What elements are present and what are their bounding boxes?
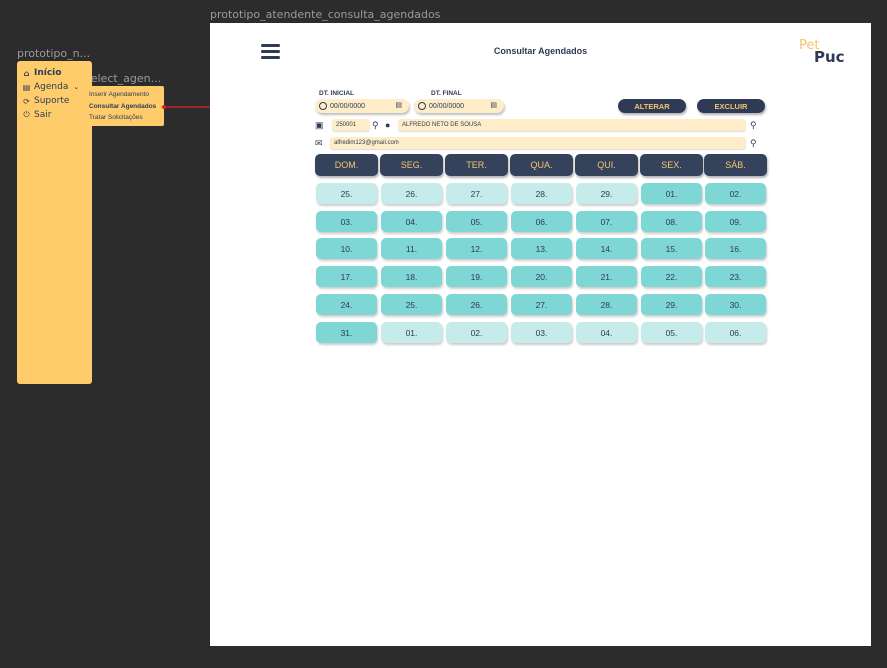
- end-date-field[interactable]: 00/00/0000 ▤: [414, 99, 504, 113]
- submenu-item-consultar[interactable]: Consultar Agendados: [85, 101, 164, 113]
- power-icon: ⏻: [23, 110, 30, 119]
- start-date-field[interactable]: 00/00/0000 ▤: [315, 99, 409, 113]
- calendar-day-cell[interactable]: 04.: [381, 211, 442, 232]
- calendar-day-cell[interactable]: 08.: [641, 211, 702, 232]
- calendar-day-cell[interactable]: 22.: [641, 266, 702, 287]
- main-frame-label: prototipo_atendente_consulta_agendados: [210, 8, 441, 21]
- user-icon: ●: [385, 120, 391, 130]
- calendar-day-cell[interactable]: 24.: [316, 294, 377, 315]
- calendar-day-cell[interactable]: 25.: [316, 183, 377, 204]
- radio-icon: [319, 102, 327, 110]
- nav-item-sair[interactable]: ⏻ Sair: [17, 108, 92, 122]
- weekday-header: QUI.: [575, 154, 638, 176]
- calendar-day-cell[interactable]: 11.: [381, 238, 442, 259]
- calendar-day-cell[interactable]: 27.: [446, 183, 507, 204]
- search-icon[interactable]: ⚲: [750, 119, 757, 131]
- calendar-day-cell[interactable]: 20.: [511, 266, 572, 287]
- end-date-value: 00/00/0000: [429, 102, 465, 110]
- calendar-day-cell[interactable]: 15.: [641, 238, 702, 259]
- nav-item-label: Agenda: [34, 82, 69, 92]
- client-name-field[interactable]: ALFREDO NETO DE SOUSA: [398, 119, 746, 131]
- main-frame: Consultar Agendados Pet Puc DT. INICIAL …: [210, 23, 871, 646]
- calendar-day-cell[interactable]: 13.: [511, 238, 572, 259]
- calendar-day-cell[interactable]: 05.: [641, 322, 702, 343]
- calendar-day-cell[interactable]: 10.: [316, 238, 377, 259]
- weekday-header: QUA.: [510, 154, 573, 176]
- calendar-day-cell[interactable]: 03.: [316, 211, 377, 232]
- calendar-day-cell[interactable]: 09.: [705, 211, 766, 232]
- page-title: Consultar Agendados: [493, 46, 588, 56]
- weekday-header: DOM.: [315, 154, 378, 176]
- calendar-day-cell[interactable]: 07.: [576, 211, 637, 232]
- agenda-submenu: Inserir Agendamento Consultar Agendados …: [85, 86, 164, 126]
- calendar-icon: ▤: [22, 82, 31, 92]
- calendar-day-cell[interactable]: 23.: [705, 266, 766, 287]
- weekday-header: SEX.: [640, 154, 703, 176]
- radio-icon: [418, 102, 426, 110]
- alter-button[interactable]: ALTERAR: [618, 99, 686, 113]
- weekday-header: TER.: [445, 154, 508, 176]
- calendar-day-cell[interactable]: 30.: [705, 294, 766, 315]
- nav-item-label: Suporte: [34, 96, 70, 106]
- nav-panel: ⌂ Início ▤ Agenda ⌄ ⟳ Suporte ⏻ Sair: [17, 61, 92, 384]
- delete-button[interactable]: EXCLUIR: [697, 99, 765, 113]
- end-date-label: DT. FINAL: [431, 90, 462, 97]
- search-icon[interactable]: ⚲: [750, 137, 757, 149]
- calendar-day-cell[interactable]: 01.: [641, 183, 702, 204]
- support-icon: ⟳: [23, 96, 30, 106]
- calendar-day-cell[interactable]: 17.: [316, 266, 377, 287]
- calendar-day-cell[interactable]: 31.: [316, 322, 377, 343]
- weekday-header: SÁB.: [704, 154, 767, 176]
- calendar-day-cell[interactable]: 06.: [705, 322, 766, 343]
- start-date-label: DT. INICIAL: [319, 90, 355, 97]
- calendar-day-cell[interactable]: 25.: [381, 294, 442, 315]
- nav-item-label: Sair: [34, 110, 52, 120]
- nav-frame-label: prototipo_n...: [17, 47, 91, 60]
- search-icon[interactable]: ⚲: [372, 119, 379, 131]
- calendar-day-cell[interactable]: 18.: [381, 266, 442, 287]
- calendar-day-cell[interactable]: 02.: [705, 183, 766, 204]
- calendar-day-cell[interactable]: 03.: [511, 322, 572, 343]
- calendar-day-cell[interactable]: 14.: [576, 238, 637, 259]
- calendar-day-cell[interactable]: 21.: [576, 266, 637, 287]
- chevron-down-icon: ⌄: [73, 83, 80, 91]
- calendar-day-cell[interactable]: 29.: [576, 183, 637, 204]
- calendar-day-cell[interactable]: 28.: [511, 183, 572, 204]
- submenu-item-inserir[interactable]: Inserir Agendamento: [85, 89, 164, 101]
- calendar-day-cell[interactable]: 04.: [576, 322, 637, 343]
- logo-puc-text: Puc: [814, 48, 845, 66]
- mail-icon: ✉: [315, 138, 323, 148]
- calendar-day-cell[interactable]: 26.: [381, 183, 442, 204]
- weekday-header: SEG.: [380, 154, 443, 176]
- calendar-day-cell[interactable]: 02.: [446, 322, 507, 343]
- nav-item-suporte[interactable]: ⟳ Suporte: [17, 94, 92, 108]
- id-card-icon: ▣: [315, 120, 324, 130]
- calendar-day-cell[interactable]: 26.: [446, 294, 507, 315]
- petpuc-logo: Pet Puc: [799, 38, 849, 68]
- calendar-day-cell[interactable]: 16.: [705, 238, 766, 259]
- nav-item-agenda[interactable]: ▤ Agenda ⌄: [17, 80, 92, 94]
- calendar-day-cell[interactable]: 19.: [446, 266, 507, 287]
- calendar-day-cell[interactable]: 28.: [576, 294, 637, 315]
- submenu-item-tratar[interactable]: Tratar Solicitações: [85, 112, 164, 124]
- submenu-frame-label: select_agen...: [85, 72, 162, 85]
- calendar-day-cell[interactable]: 12.: [446, 238, 507, 259]
- calendar-icon[interactable]: ▤: [490, 101, 497, 109]
- calendar-icon[interactable]: ▤: [395, 101, 402, 109]
- calendar-day-cell[interactable]: 06.: [511, 211, 572, 232]
- nav-item-inicio[interactable]: ⌂ Início: [17, 66, 92, 80]
- calendar-day-cell[interactable]: 29.: [641, 294, 702, 315]
- calendar-day-cell[interactable]: 27.: [511, 294, 572, 315]
- client-id-field[interactable]: 250001: [332, 119, 370, 131]
- calendar-day-cell[interactable]: 05.: [446, 211, 507, 232]
- email-field[interactable]: alfredim123@gmail.com: [330, 137, 746, 149]
- home-icon: ⌂: [23, 68, 30, 78]
- nav-item-label: Início: [34, 68, 62, 78]
- calendar-day-cell[interactable]: 01.: [381, 322, 442, 343]
- start-date-value: 00/00/0000: [330, 102, 366, 110]
